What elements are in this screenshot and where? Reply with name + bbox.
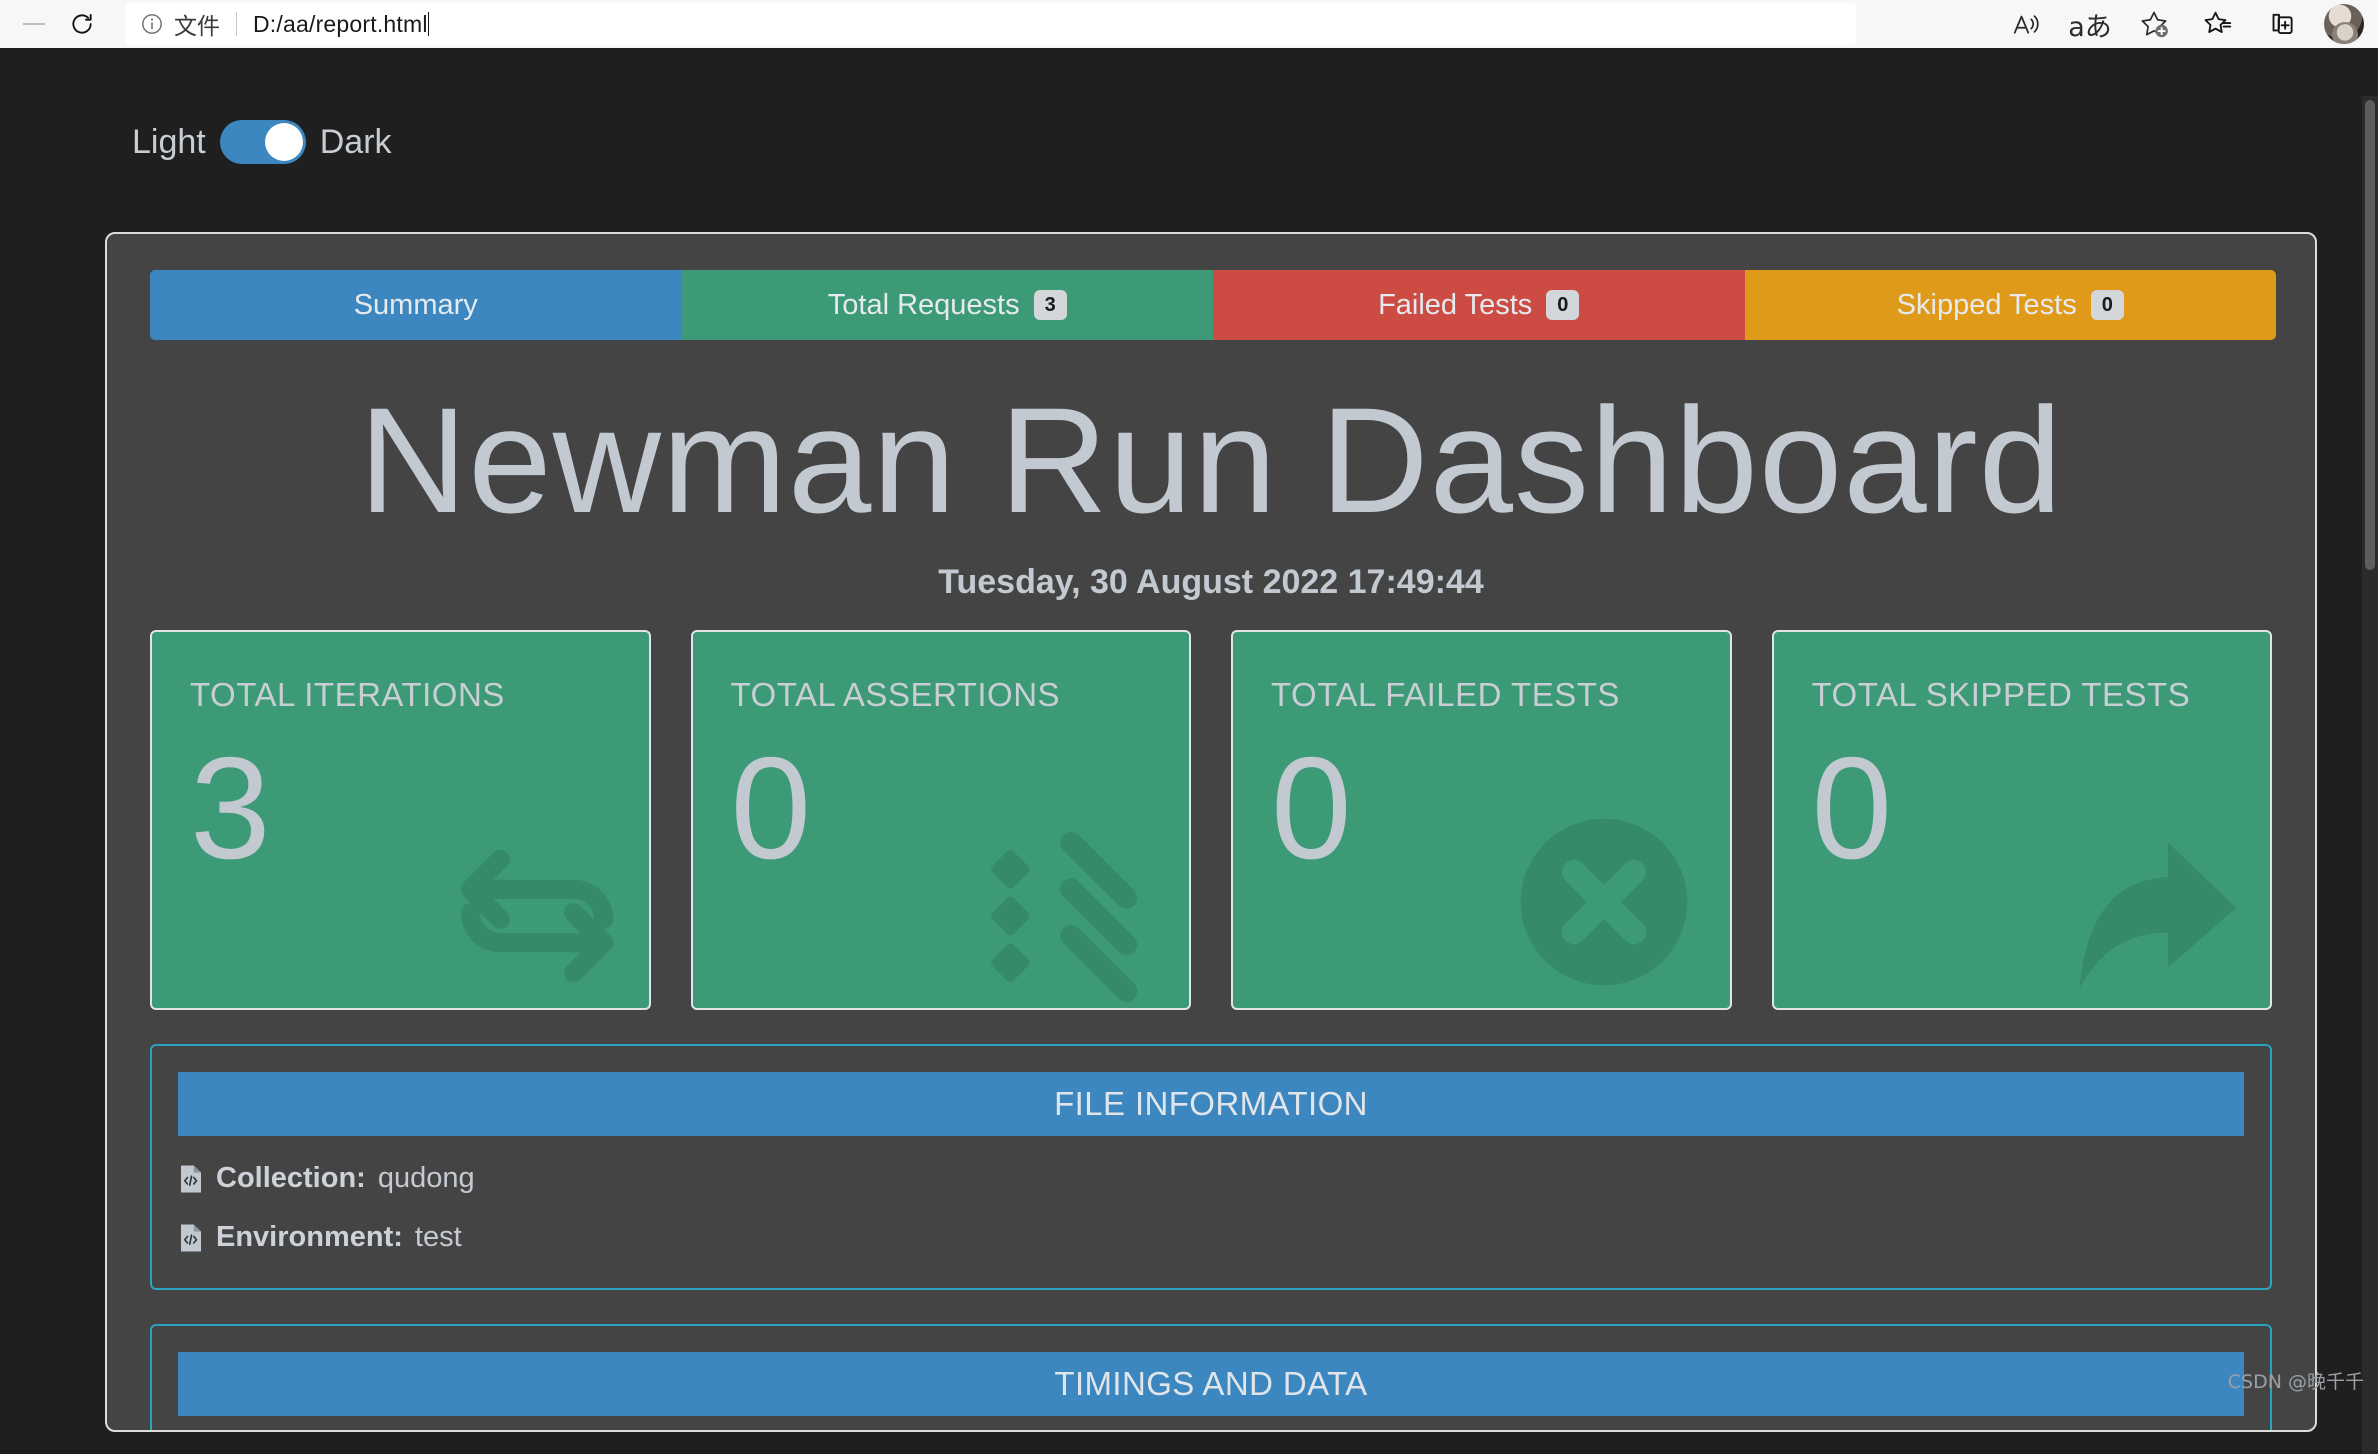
info-circle-icon[interactable] xyxy=(140,12,164,36)
url-input[interactable]: D:/aa/report.html xyxy=(253,11,428,38)
card-title: TOTAL ASSERTIONS xyxy=(730,676,1061,713)
url-divider xyxy=(236,12,237,36)
card-total-iterations: TOTAL ITERATIONS 3 xyxy=(150,630,651,1010)
theme-light-label: Light xyxy=(132,122,206,161)
card-total-assertions: TOTAL ASSERTIONS 0 xyxy=(690,630,1191,1010)
collections-icon xyxy=(2272,13,2293,34)
tab-skipped-tests[interactable]: Skipped Tests 0 xyxy=(1744,270,2276,340)
card-title: TOTAL SKIPPED TESTS xyxy=(1811,676,2191,713)
times-circle-icon xyxy=(1520,818,1687,986)
translate-button[interactable]: aあ xyxy=(2058,0,2122,48)
card-title: TOTAL FAILED TESTS xyxy=(1271,676,1620,713)
card-title: TOTAL ITERATIONS xyxy=(190,676,505,713)
read-aloud-icon xyxy=(2013,15,2039,34)
report-container: Summary Total Requests 3 Failed Tests 0 … xyxy=(105,232,2317,1432)
back-arrow-icon xyxy=(23,23,45,25)
tasks-icon xyxy=(991,831,1138,1003)
page-title: Newman Run Dashboard xyxy=(358,376,2064,544)
file-info-key: Environment: xyxy=(216,1221,403,1253)
tab-badge: 0 xyxy=(1546,290,1580,320)
theme-switch-knob xyxy=(264,123,303,161)
tab-label: Skipped Tests xyxy=(1896,288,2077,321)
file-code-icon xyxy=(181,1165,201,1192)
profile-avatar[interactable] xyxy=(2324,4,2364,44)
favorites-icon xyxy=(2204,11,2232,33)
collections-button[interactable] xyxy=(2250,0,2314,48)
add-favorite-button[interactable] xyxy=(2122,0,2186,48)
timings-and-data-header: TIMINGS AND DATA xyxy=(178,1352,2244,1416)
watermark: CSDN @晚千千 xyxy=(2227,1371,2364,1393)
scrollbar-thumb[interactable] xyxy=(2365,100,2375,570)
address-bar[interactable]: 文件 D:/aa/report.html xyxy=(126,3,1856,45)
tab-label: Failed Tests xyxy=(1378,288,1533,321)
sync-arrows-icon xyxy=(460,849,613,983)
tab-badge: 3 xyxy=(1033,290,1067,320)
run-timestamp: Tuesday, 30 August 2022 17:49:44 xyxy=(938,563,1484,601)
file-info-value: qudong xyxy=(377,1162,475,1194)
file-code-icon xyxy=(181,1224,201,1251)
tab-label: Summary xyxy=(353,288,478,321)
browser-actions: aあ xyxy=(1994,0,2378,48)
timings-and-data-panel: TIMINGS AND DATA xyxy=(150,1324,2272,1430)
tab-failed-tests[interactable]: Failed Tests 0 xyxy=(1213,270,1745,340)
tab-summary[interactable]: Summary xyxy=(150,270,682,340)
favorites-button[interactable] xyxy=(2186,0,2250,48)
theme-toggle-row: Light Dark xyxy=(132,120,392,164)
file-info-value: test xyxy=(414,1221,462,1253)
url-scheme-label: 文件 xyxy=(174,14,220,40)
browser-toolbar: 文件 D:/aa/report.html aあ xyxy=(0,0,2378,48)
share-arrow-icon xyxy=(2079,842,2237,988)
page-scrollbar[interactable] xyxy=(2362,96,2378,1454)
tab-total-requests[interactable]: Total Requests 3 xyxy=(681,270,1213,340)
theme-dark-label: Dark xyxy=(319,122,392,161)
file-information-panel: FILE INFORMATION Collection: qudong Envi… xyxy=(150,1044,2272,1290)
file-information-header: FILE INFORMATION xyxy=(178,1072,2244,1136)
text-cursor xyxy=(427,12,429,36)
report-page: Light Dark Summary Total Requests 3 Fail… xyxy=(0,48,2378,1454)
file-info-row-environment: Environment: test xyxy=(178,1221,2244,1254)
file-info-row-collection: Collection: qudong xyxy=(178,1162,2244,1195)
tab-badge: 0 xyxy=(2090,290,2124,320)
theme-switch[interactable] xyxy=(219,120,306,164)
reload-icon xyxy=(72,13,92,34)
summary-cards: TOTAL ITERATIONS 3 TOTAL ASSERTIONS 0 TO… xyxy=(150,630,2272,1010)
tab-bar: Summary Total Requests 3 Failed Tests 0 … xyxy=(150,270,2276,340)
card-total-failed-tests: TOTAL FAILED TESTS 0 xyxy=(1231,630,1732,1010)
add-favorite-icon xyxy=(2141,11,2168,38)
reload-button[interactable] xyxy=(56,0,108,48)
file-info-key: Collection: xyxy=(216,1162,366,1194)
back-button[interactable] xyxy=(12,23,56,25)
card-total-skipped-tests: TOTAL SKIPPED TESTS 0 xyxy=(1771,630,2272,1010)
tab-label: Total Requests xyxy=(827,288,1020,321)
read-aloud-button[interactable] xyxy=(1994,0,2058,48)
translate-icon: aあ xyxy=(2068,11,2112,43)
